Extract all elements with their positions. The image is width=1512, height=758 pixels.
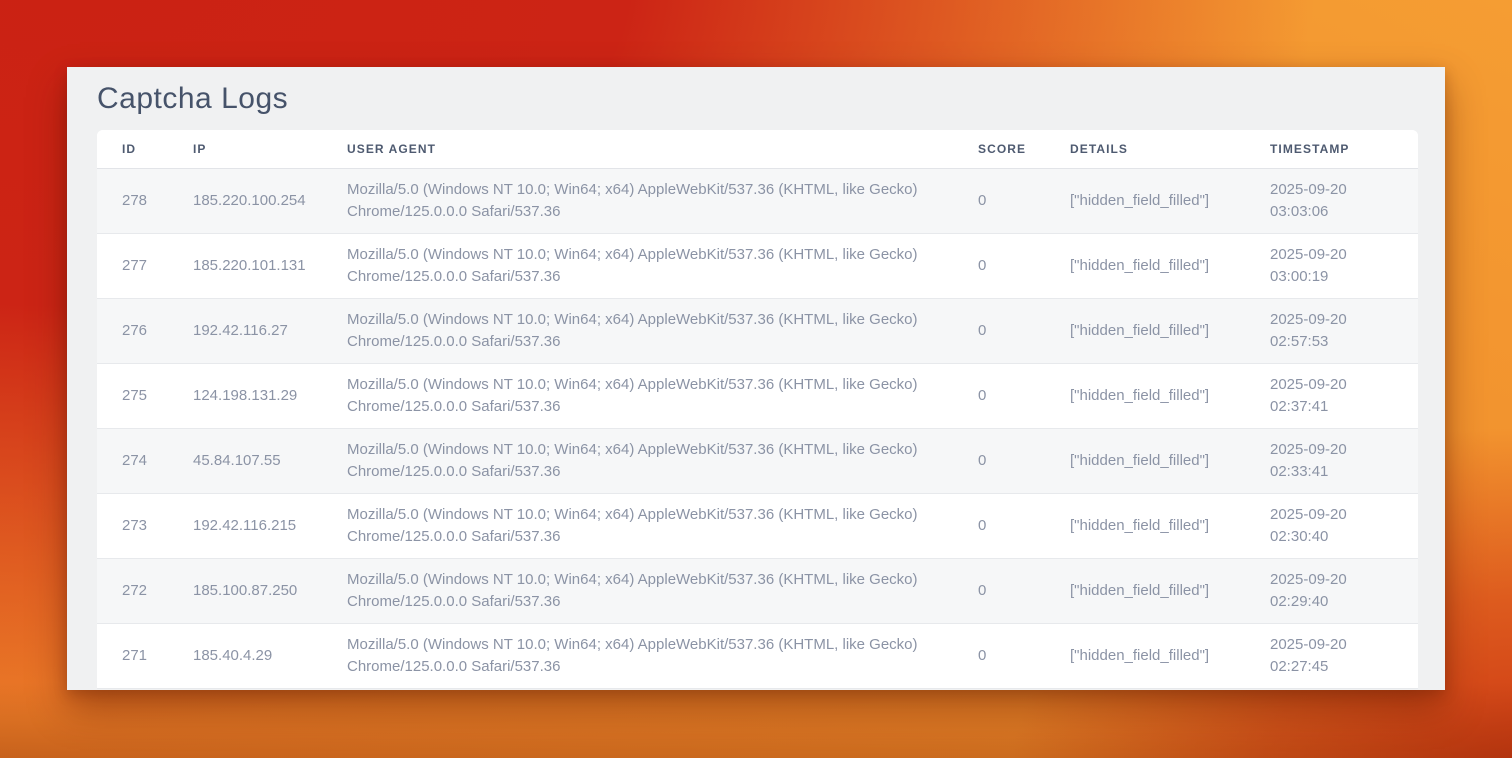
cell-id: 276: [97, 298, 193, 363]
cell-ip: 185.100.87.250: [193, 558, 347, 623]
cell-user-agent: Mozilla/5.0 (Windows NT 10.0; Win64; x64…: [347, 233, 978, 298]
cell-ip: 45.84.107.55: [193, 428, 347, 493]
cell-id: 278: [97, 168, 193, 233]
cell-timestamp: 2025-09-20 02:30:40: [1270, 493, 1418, 558]
column-header-ip: IP: [193, 130, 347, 168]
cell-timestamp: 2025-09-20 02:37:41: [1270, 363, 1418, 428]
column-header-timestamp: TIMESTAMP: [1270, 130, 1418, 168]
cell-id: 273: [97, 493, 193, 558]
cell-score: 0: [978, 233, 1070, 298]
cell-ip: 192.42.116.27: [193, 298, 347, 363]
cell-details: ["hidden_field_filled"]: [1070, 233, 1270, 298]
cell-ip: 185.40.4.29: [193, 623, 347, 688]
cell-timestamp: 2025-09-20 02:27:45: [1270, 623, 1418, 688]
table-header: ID IP USER AGENT SCORE DETAILS TIMESTAMP: [97, 130, 1418, 168]
cell-details: ["hidden_field_filled"]: [1070, 623, 1270, 688]
desktop-background: Captcha Logs ID IP USER AGENT SCORE DETA…: [0, 0, 1512, 758]
cell-user-agent: Mozilla/5.0 (Windows NT 10.0; Win64; x64…: [347, 168, 978, 233]
cell-score: 0: [978, 363, 1070, 428]
cell-details: ["hidden_field_filled"]: [1070, 168, 1270, 233]
table-body: 278 185.220.100.254 Mozilla/5.0 (Windows…: [97, 168, 1418, 688]
table-row: 276 192.42.116.27 Mozilla/5.0 (Windows N…: [97, 298, 1418, 363]
cell-ip: 185.220.100.254: [193, 168, 347, 233]
table-row: 277 185.220.101.131 Mozilla/5.0 (Windows…: [97, 233, 1418, 298]
cell-details: ["hidden_field_filled"]: [1070, 558, 1270, 623]
table-row: 274 45.84.107.55 Mozilla/5.0 (Windows NT…: [97, 428, 1418, 493]
captcha-logs-card: Captcha Logs ID IP USER AGENT SCORE DETA…: [67, 67, 1445, 690]
cell-id: 272: [97, 558, 193, 623]
cell-details: ["hidden_field_filled"]: [1070, 493, 1270, 558]
cell-ip: 192.42.116.215: [193, 493, 347, 558]
table-header-row: ID IP USER AGENT SCORE DETAILS TIMESTAMP: [97, 130, 1418, 168]
page-title: Captcha Logs: [97, 81, 1418, 117]
cell-timestamp: 2025-09-20 03:00:19: [1270, 233, 1418, 298]
table-row: 271 185.40.4.29 Mozilla/5.0 (Windows NT …: [97, 623, 1418, 688]
cell-id: 274: [97, 428, 193, 493]
cell-timestamp: 2025-09-20 02:57:53: [1270, 298, 1418, 363]
cell-timestamp: 2025-09-20 02:33:41: [1270, 428, 1418, 493]
cell-user-agent: Mozilla/5.0 (Windows NT 10.0; Win64; x64…: [347, 428, 978, 493]
cell-id: 275: [97, 363, 193, 428]
table-row: 272 185.100.87.250 Mozilla/5.0 (Windows …: [97, 558, 1418, 623]
cell-score: 0: [978, 623, 1070, 688]
cell-user-agent: Mozilla/5.0 (Windows NT 10.0; Win64; x64…: [347, 363, 978, 428]
cell-score: 0: [978, 168, 1070, 233]
column-header-user-agent: USER AGENT: [347, 130, 978, 168]
cell-user-agent: Mozilla/5.0 (Windows NT 10.0; Win64; x64…: [347, 298, 978, 363]
column-header-score: SCORE: [978, 130, 1070, 168]
cell-score: 0: [978, 493, 1070, 558]
cell-id: 277: [97, 233, 193, 298]
cell-score: 0: [978, 298, 1070, 363]
cell-score: 0: [978, 428, 1070, 493]
cell-ip: 185.220.101.131: [193, 233, 347, 298]
table-row: 273 192.42.116.215 Mozilla/5.0 (Windows …: [97, 493, 1418, 558]
cell-user-agent: Mozilla/5.0 (Windows NT 10.0; Win64; x64…: [347, 558, 978, 623]
table-row: 275 124.198.131.29 Mozilla/5.0 (Windows …: [97, 363, 1418, 428]
cell-timestamp: 2025-09-20 03:03:06: [1270, 168, 1418, 233]
column-header-details: DETAILS: [1070, 130, 1270, 168]
table-row: 278 185.220.100.254 Mozilla/5.0 (Windows…: [97, 168, 1418, 233]
cell-details: ["hidden_field_filled"]: [1070, 298, 1270, 363]
cell-score: 0: [978, 558, 1070, 623]
cell-details: ["hidden_field_filled"]: [1070, 428, 1270, 493]
cell-timestamp: 2025-09-20 02:29:40: [1270, 558, 1418, 623]
cell-user-agent: Mozilla/5.0 (Windows NT 10.0; Win64; x64…: [347, 623, 978, 688]
cell-user-agent: Mozilla/5.0 (Windows NT 10.0; Win64; x64…: [347, 493, 978, 558]
captcha-logs-table: ID IP USER AGENT SCORE DETAILS TIMESTAMP…: [97, 130, 1418, 689]
cell-id: 271: [97, 623, 193, 688]
cell-details: ["hidden_field_filled"]: [1070, 363, 1270, 428]
cell-ip: 124.198.131.29: [193, 363, 347, 428]
column-header-id: ID: [97, 130, 193, 168]
